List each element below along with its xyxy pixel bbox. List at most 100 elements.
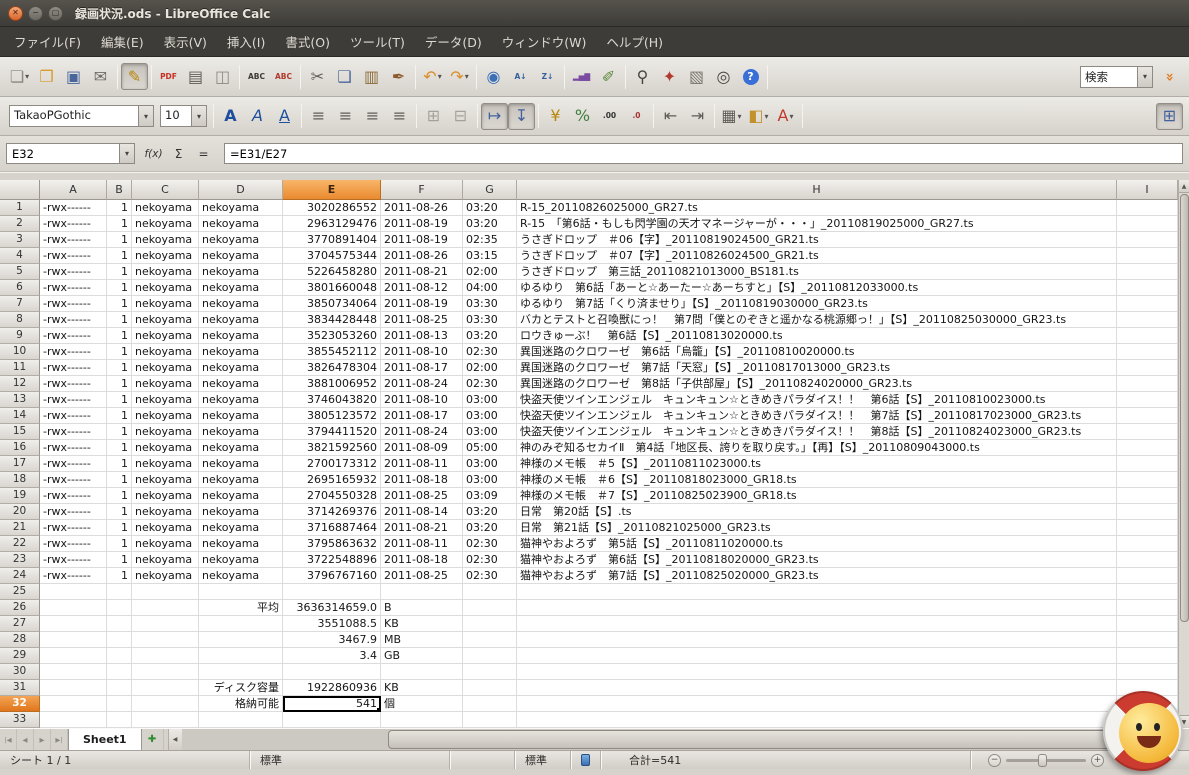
- menu-item-1[interactable]: ファイル(F): [4, 27, 91, 56]
- cell-H16[interactable]: 神のみぞ知るセカイⅡ 第4話「地区長、誇りを取り戻す。」【再】【S】_20110…: [517, 440, 1117, 456]
- row-header-27[interactable]: 27: [0, 616, 40, 632]
- cell-G25[interactable]: [463, 584, 517, 600]
- cell-F3[interactable]: 2011-08-19: [381, 232, 463, 248]
- cell-B18[interactable]: 1: [107, 472, 132, 488]
- cell-D1[interactable]: nekoyama: [199, 200, 283, 216]
- delete-decimal-button[interactable]: .0: [623, 103, 650, 130]
- menu-item-6[interactable]: ツール(T): [340, 27, 415, 56]
- cell-E20[interactable]: 3714269376: [283, 504, 381, 520]
- cell-A25[interactable]: [40, 584, 107, 600]
- cell-D28[interactable]: [199, 632, 283, 648]
- cell-B15[interactable]: 1: [107, 424, 132, 440]
- row-header-17[interactable]: 17: [0, 456, 40, 472]
- cell-H32[interactable]: [517, 696, 1117, 712]
- cell-B20[interactable]: 1: [107, 504, 132, 520]
- cell-C24[interactable]: nekoyama: [132, 568, 199, 584]
- cell-H12[interactable]: 異国迷路のクロワーゼ 第8話「子供部屋」【S】_20110824020000_G…: [517, 376, 1117, 392]
- sort-descending-button[interactable]: Z↓: [534, 63, 561, 90]
- cell-H2[interactable]: R-15 「第6話・もしも閃学園の天才マネージャーが・・・」_201108190…: [517, 216, 1117, 232]
- cell-I6[interactable]: [1117, 280, 1178, 296]
- cell-F10[interactable]: 2011-08-10: [381, 344, 463, 360]
- cell-C28[interactable]: [132, 632, 199, 648]
- cell-H25[interactable]: [517, 584, 1117, 600]
- cell-C14[interactable]: nekoyama: [132, 408, 199, 424]
- row-header-31[interactable]: 31: [0, 680, 40, 696]
- row-header-22[interactable]: 22: [0, 536, 40, 552]
- cell-F30[interactable]: [381, 664, 463, 680]
- cell-I14[interactable]: [1117, 408, 1178, 424]
- row-header-14[interactable]: 14: [0, 408, 40, 424]
- cell-A11[interactable]: -rwx------: [40, 360, 107, 376]
- cell-E10[interactable]: 3855452112: [283, 344, 381, 360]
- cell-A18[interactable]: -rwx------: [40, 472, 107, 488]
- cell-I17[interactable]: [1117, 456, 1178, 472]
- row-header-18[interactable]: 18: [0, 472, 40, 488]
- row-header-3[interactable]: 3: [0, 232, 40, 248]
- menu-item-4[interactable]: 挿入(I): [217, 27, 275, 56]
- minimize-button[interactable]: −: [28, 6, 43, 21]
- print-button[interactable]: ▤: [182, 63, 209, 90]
- cell-C31[interactable]: [132, 680, 199, 696]
- cell-G32[interactable]: [463, 696, 517, 712]
- cell-I4[interactable]: [1117, 248, 1178, 264]
- cell-E24[interactable]: 3796767160: [283, 568, 381, 584]
- clone-formatting-button[interactable]: ✒: [385, 63, 412, 90]
- cell-A31[interactable]: [40, 680, 107, 696]
- cell-F4[interactable]: 2011-08-26: [381, 248, 463, 264]
- cell-A8[interactable]: -rwx------: [40, 312, 107, 328]
- cell-F16[interactable]: 2011-08-09: [381, 440, 463, 456]
- cell-E28[interactable]: 3467.9: [283, 632, 381, 648]
- cell-B21[interactable]: 1: [107, 520, 132, 536]
- cell-G33[interactable]: [463, 712, 517, 728]
- name-box-dropdown-icon[interactable]: ▾: [119, 144, 134, 163]
- cell-F18[interactable]: 2011-08-18: [381, 472, 463, 488]
- cell-C18[interactable]: nekoyama: [132, 472, 199, 488]
- cell-C32[interactable]: [132, 696, 199, 712]
- cell-C12[interactable]: nekoyama: [132, 376, 199, 392]
- font-name-combo[interactable]: TakaoPGothic▾: [9, 105, 154, 127]
- cell-D29[interactable]: [199, 648, 283, 664]
- column-header-H[interactable]: H: [517, 180, 1117, 200]
- cell-B17[interactable]: 1: [107, 456, 132, 472]
- cell-C7[interactable]: nekoyama: [132, 296, 199, 312]
- row-header-20[interactable]: 20: [0, 504, 40, 520]
- cell-H6[interactable]: ゆるゆり 第6話「あーと☆あーたー☆あーちすと」【S】_201108120330…: [517, 280, 1117, 296]
- cell-H24[interactable]: 猫神やおよろず 第7話【S】_20110825020000_GR23.ts: [517, 568, 1117, 584]
- cell-E1[interactable]: 3020286552: [283, 200, 381, 216]
- cell-A29[interactable]: [40, 648, 107, 664]
- cell-A3[interactable]: -rwx------: [40, 232, 107, 248]
- cell-C1[interactable]: nekoyama: [132, 200, 199, 216]
- cell-H19[interactable]: 神様のメモ帳 ＃7【S】_20110825023900_GR18.ts: [517, 488, 1117, 504]
- export-pdf-button[interactable]: PDF: [155, 63, 182, 90]
- cell-D20[interactable]: nekoyama: [199, 504, 283, 520]
- merge-cells-button[interactable]: ⊞: [420, 103, 447, 130]
- cell-E23[interactable]: 3722548896: [283, 552, 381, 568]
- cell-B2[interactable]: 1: [107, 216, 132, 232]
- cell-I28[interactable]: [1117, 632, 1178, 648]
- cell-C15[interactable]: nekoyama: [132, 424, 199, 440]
- cell-H8[interactable]: バカとテストと召喚獣にっ！ 第7問「僕とのぞきと遥かなる桃源郷っ！」【S】_20…: [517, 312, 1117, 328]
- align-justify-button[interactable]: ≡: [386, 103, 413, 130]
- cell-D5[interactable]: nekoyama: [199, 264, 283, 280]
- unmerge-cells-button[interactable]: ⊟: [447, 103, 474, 130]
- cell-G14[interactable]: 03:00: [463, 408, 517, 424]
- cell-D18[interactable]: nekoyama: [199, 472, 283, 488]
- cell-E4[interactable]: 3704575344: [283, 248, 381, 264]
- cell-B32[interactable]: [107, 696, 132, 712]
- cell-B29[interactable]: [107, 648, 132, 664]
- cell-F7[interactable]: 2011-08-19: [381, 296, 463, 312]
- cell-D3[interactable]: nekoyama: [199, 232, 283, 248]
- cell-A4[interactable]: -rwx------: [40, 248, 107, 264]
- menu-item-3[interactable]: 表示(V): [154, 27, 217, 56]
- cell-B30[interactable]: [107, 664, 132, 680]
- cell-C10[interactable]: nekoyama: [132, 344, 199, 360]
- cell-E12[interactable]: 3881006952: [283, 376, 381, 392]
- cell-I13[interactable]: [1117, 392, 1178, 408]
- align-left-button[interactable]: ≡: [305, 103, 332, 130]
- cell-E25[interactable]: [283, 584, 381, 600]
- cell-A28[interactable]: [40, 632, 107, 648]
- cell-B19[interactable]: 1: [107, 488, 132, 504]
- align-right-button[interactable]: ≡: [359, 103, 386, 130]
- cell-D31[interactable]: ディスク容量: [199, 680, 283, 696]
- column-header-A[interactable]: A: [40, 180, 107, 200]
